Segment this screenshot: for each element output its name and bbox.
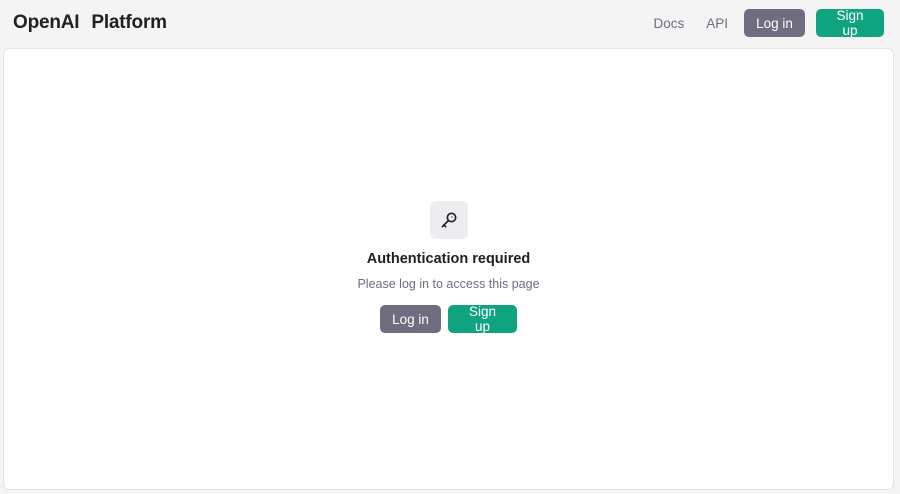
top-nav: Docs API Log in Sign up xyxy=(653,8,884,38)
key-icon-tile xyxy=(429,201,468,239)
auth-actions: Log in Sign up xyxy=(380,304,517,334)
header-login-button[interactable]: Log in xyxy=(744,9,805,37)
key-icon xyxy=(441,212,456,228)
signup-button[interactable]: Sign up xyxy=(448,304,517,334)
main-panel: Authentication required Please log in to… xyxy=(3,48,894,490)
auth-title: Authentication required xyxy=(366,251,531,267)
brand-platform: Platform xyxy=(91,12,167,33)
header-signup-button[interactable]: Sign up xyxy=(816,8,884,38)
brand-logo[interactable]: OpenAI Platform xyxy=(13,12,167,34)
brand-openai: OpenAI xyxy=(13,12,80,33)
top-bar: OpenAI Platform Docs API Log in Sign up xyxy=(0,0,900,46)
api-link[interactable]: API xyxy=(706,16,728,31)
login-button[interactable]: Log in xyxy=(380,305,441,333)
docs-link[interactable]: Docs xyxy=(653,16,684,31)
auth-subtitle: Please log in to access this page xyxy=(357,277,540,291)
auth-required-message: Authentication required Please log in to… xyxy=(4,201,893,334)
